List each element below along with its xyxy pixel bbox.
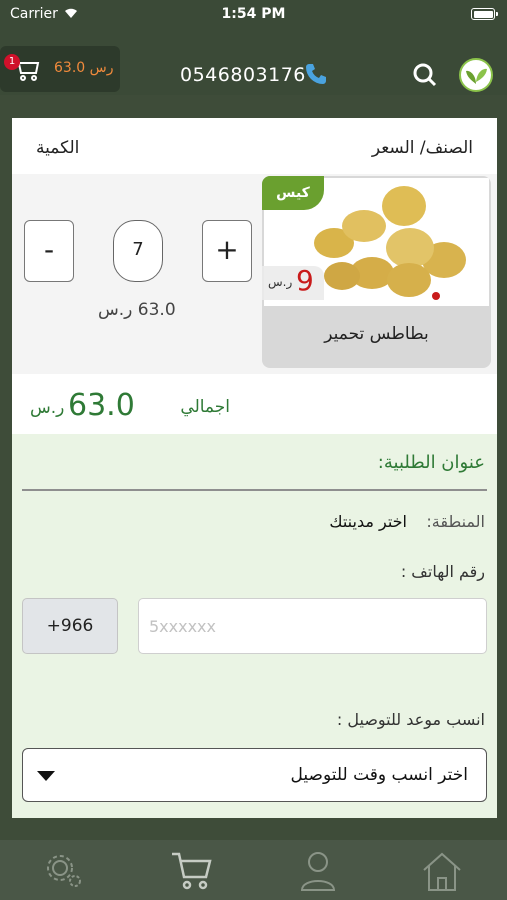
tab-home[interactable] xyxy=(420,850,464,892)
tab-cart[interactable] xyxy=(170,850,214,892)
increase-quantity-button[interactable]: + xyxy=(202,220,252,282)
address-section: عنوان الطلبية: المنطقة: اختر مدينتك رقم … xyxy=(12,434,497,818)
battery-icon xyxy=(471,8,498,20)
unit-price: 9 xyxy=(296,264,314,297)
delivery-time-value: اختر انسب وقت للتوصيل xyxy=(290,765,468,785)
product-card[interactable]: كيس 9 ر.س بطاطس تحمير xyxy=(262,176,491,368)
phone-label: رقم الهاتف : xyxy=(400,562,485,581)
total-value: 63.0 xyxy=(68,388,135,423)
header-cart-button[interactable]: 1 63.0 رس xyxy=(0,46,120,92)
status-time: 1:54 PM xyxy=(221,6,286,22)
cart-amount: 63.0 رس xyxy=(54,60,114,76)
cart-item-row: كيس 9 ر.س بطاطس تحمير - 7 + 63.0 ر.س xyxy=(12,174,497,374)
total-label: اجمالي xyxy=(180,397,230,417)
product-name: بطاطس تحمير xyxy=(324,324,429,344)
top-bar: 1 63.0 رس 0546803176 xyxy=(0,30,507,95)
delivery-time-select[interactable]: اختر انسب وقت للتوصيل xyxy=(22,748,487,802)
status-bar: Carrier 1:54 PM xyxy=(0,0,507,30)
delivery-time-label: انسب موعد للتوصيل : xyxy=(336,710,485,729)
cart-count-badge: 1 xyxy=(4,54,20,70)
app-logo xyxy=(459,58,493,92)
chevron-down-icon xyxy=(37,771,55,781)
quantity-field[interactable]: 7 xyxy=(113,220,163,282)
column-header-price: الصنف/ السعر xyxy=(371,138,473,158)
decrease-quantity-button[interactable]: - xyxy=(24,220,74,282)
gear-icon xyxy=(47,855,81,887)
home-icon xyxy=(423,852,461,891)
total-currency: ر.س xyxy=(30,398,65,418)
column-header-quantity: الكمية xyxy=(36,138,80,158)
bottom-tab-bar xyxy=(0,840,507,900)
search-icon[interactable] xyxy=(412,62,438,92)
tab-settings[interactable] xyxy=(42,850,86,892)
person-icon xyxy=(300,852,336,891)
line-total: 63.0 ر.س xyxy=(98,300,176,320)
price-tag: 9 ر.س xyxy=(262,264,324,300)
tab-profile[interactable] xyxy=(296,850,340,892)
cart-icon xyxy=(172,852,212,890)
order-card: الصنف/ السعر الكمية كيس 9 ر.س بطاطس تحمي… xyxy=(12,118,497,818)
unit-tag: كيس xyxy=(262,176,324,210)
region-select[interactable]: اختر مدينتك xyxy=(329,512,407,531)
region-label: المنطقة: xyxy=(426,512,485,531)
address-title: عنوان الطلبية: xyxy=(377,452,485,473)
divider xyxy=(22,489,487,491)
contact-phone[interactable]: 0546803176 xyxy=(180,64,306,86)
phone-input[interactable] xyxy=(138,598,487,654)
unit-price-currency: ر.س xyxy=(268,275,293,289)
phone-icon[interactable] xyxy=(304,62,328,90)
country-code-field[interactable]: +966 xyxy=(22,598,118,654)
